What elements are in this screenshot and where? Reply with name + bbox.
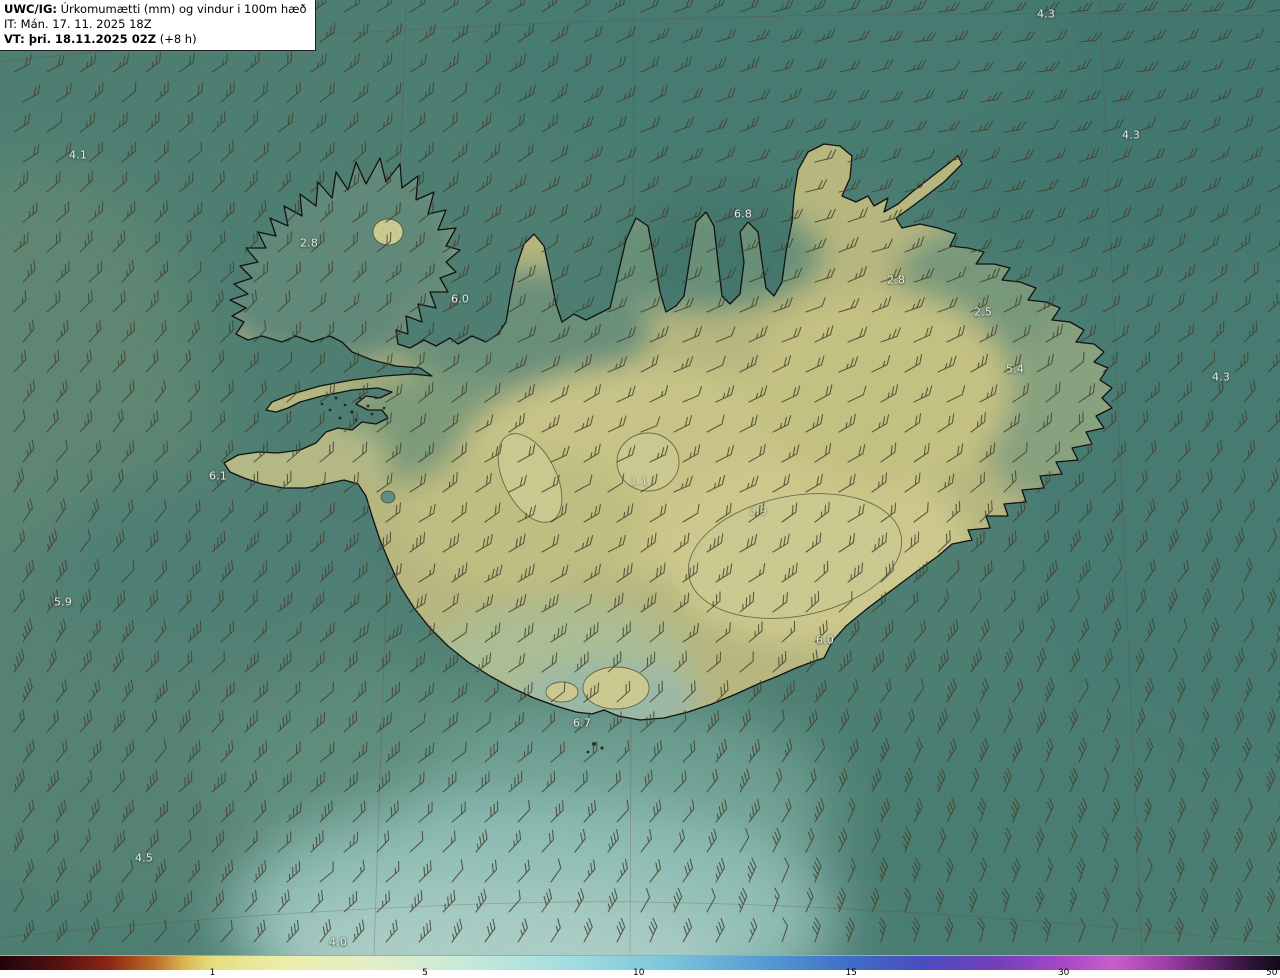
- colorbar-ticks: 1 5 10 15 30 50: [0, 969, 1280, 978]
- colorbar-tick-label: 1: [209, 968, 216, 978]
- valid-time-rest: (+8 h): [156, 31, 197, 46]
- valid-time-bold: VT: þri. 18.11.2025 02Z: [4, 31, 157, 46]
- colorbar-tick-label: 5: [422, 968, 428, 978]
- colorbar-tick-label: 30: [1057, 968, 1070, 978]
- map-canvas: [0, 0, 1280, 955]
- precipitation-colorbar: 1 5 10 15 30 50: [0, 955, 1280, 978]
- colorbar-tick-label: 15: [845, 968, 857, 978]
- map-title-text: Úrkomumætti (mm) og vindur i 100m hæð: [56, 2, 307, 16]
- init-time-text: IT: Mán. 17. 11. 2025 18Z: [4, 16, 152, 31]
- init-time-line: IT: Mán. 17. 11. 2025 18Z: [4, 17, 307, 32]
- weather-map-viewport: 4.3 4.1 4.3 2.8 6.8 6.0 2.8 2.5 5.4 4.3 6.1 5.9 6.0 6…: [0, 0, 1280, 978]
- map-title-line: UWC/IG: Úrkomumætti (mm) og vindur i 100…: [4, 2, 307, 17]
- grain-texture: [0, 0, 1280, 955]
- colorbar-tick-label: 50: [1265, 968, 1278, 978]
- colorbar-tick-label: 10: [632, 968, 645, 978]
- title-box: UWC/IG: Úrkomumætti (mm) og vindur i 100…: [0, 0, 316, 51]
- valid-time-line: VT: þri. 18.11.2025 02Z (+8 h): [4, 32, 307, 47]
- model-name: UWC/IG:: [4, 2, 57, 16]
